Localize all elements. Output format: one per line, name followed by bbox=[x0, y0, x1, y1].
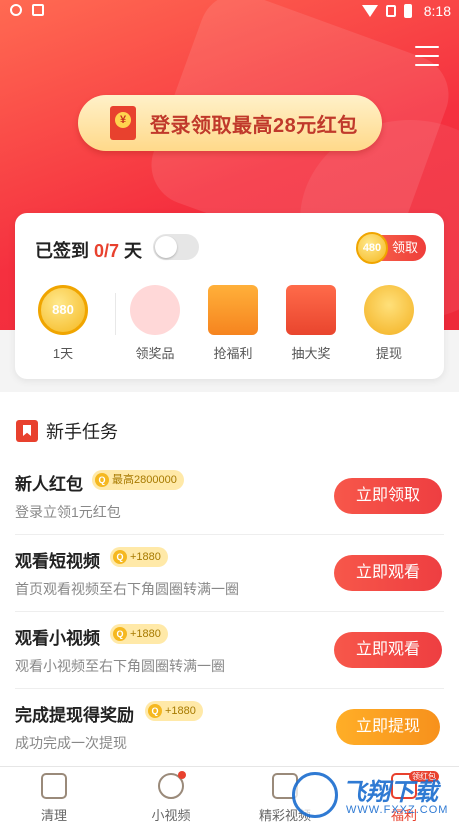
checkin-title: 已签到 0/7 天 bbox=[35, 241, 143, 261]
task-name: 完成提现得奖励 bbox=[15, 706, 134, 725]
checkin-card: 已签到 0/7 天 领取 480 880 1天 领奖品 抢福利 抽大奖 提现 bbox=[15, 213, 444, 379]
lottery-icon bbox=[286, 285, 336, 335]
watermark-brand: 飞翔下载 bbox=[342, 779, 438, 806]
section-header: 新手任务 bbox=[16, 418, 118, 444]
reward-welfare[interactable]: 抢福利 bbox=[203, 285, 263, 362]
login-red-packet-banner[interactable]: 登录领取最高28元红包 bbox=[78, 95, 382, 151]
notification-dot bbox=[178, 771, 186, 779]
coin-icon: 880 bbox=[38, 285, 88, 335]
coin-icon: 480 bbox=[356, 232, 388, 264]
withdraw-now-button[interactable]: 立即提现 bbox=[336, 709, 440, 745]
reward-label: 抢福利 bbox=[213, 346, 253, 361]
reward-day-1[interactable]: 880 1天 bbox=[33, 285, 93, 362]
broom-icon bbox=[41, 773, 67, 799]
reward-label: 提现 bbox=[375, 346, 402, 361]
checkin-progress: 0/7 bbox=[94, 241, 120, 261]
nav-label: 清理 bbox=[40, 808, 67, 823]
hamburger-menu-icon[interactable] bbox=[415, 46, 439, 68]
divider bbox=[115, 293, 116, 335]
clock-time: 8:18 bbox=[423, 3, 451, 19]
reward-label: 1天 bbox=[52, 346, 74, 361]
coins-stack-icon bbox=[364, 285, 414, 335]
site-watermark: 飞翔下载 WWW.FXXZ.COM bbox=[292, 770, 452, 824]
task-row: 新人红包 最高2800000 登录立领1元红包 立即领取 bbox=[0, 458, 459, 535]
task-reward-badge: +1880 bbox=[145, 701, 203, 721]
task-name: 新人红包 bbox=[15, 475, 83, 494]
nav-label: 小视频 bbox=[151, 808, 191, 823]
reward-prize[interactable]: 领奖品 bbox=[125, 285, 185, 362]
bookmark-icon bbox=[16, 420, 38, 442]
task-row: 观看小视频 +1880 观看小视频至右下角圆圈转满一圈 立即观看 bbox=[0, 612, 459, 689]
gear-icon bbox=[10, 4, 22, 16]
watch-now-button[interactable]: 立即观看 bbox=[334, 555, 442, 591]
task-desc: 成功完成一次提现 bbox=[15, 735, 127, 751]
task-name: 观看短视频 bbox=[15, 552, 100, 571]
no-sim-icon bbox=[385, 5, 396, 17]
task-desc: 观看小视频至右下角圆圈转满一圈 bbox=[15, 658, 225, 674]
checkin-reminder-toggle[interactable] bbox=[153, 234, 199, 260]
task-reward-badge: +1880 bbox=[110, 547, 168, 567]
gift-box-icon bbox=[208, 285, 258, 335]
battery-icon bbox=[403, 4, 412, 18]
watermark-url: WWW.FXXZ.COM bbox=[346, 804, 449, 816]
task-name: 观看小视频 bbox=[15, 629, 100, 648]
reward-label: 领奖品 bbox=[135, 346, 175, 361]
task-reward-badge: +1880 bbox=[110, 624, 168, 644]
newbie-tasks-section: 新手任务 新人红包 最高2800000 登录立领1元红包 立即领取 观看短视频 … bbox=[0, 392, 459, 766]
section-title: 新手任务 bbox=[46, 422, 118, 442]
task-desc: 登录立领1元红包 bbox=[15, 504, 121, 520]
task-row: 完成提现得奖励 +1880 成功完成一次提现 立即提现 bbox=[0, 689, 459, 766]
reward-label: 抽大奖 bbox=[291, 346, 331, 361]
a-icon bbox=[32, 4, 44, 16]
prize-icon bbox=[130, 285, 180, 335]
task-reward-badge: 最高2800000 bbox=[92, 470, 184, 490]
red-envelope-icon bbox=[110, 106, 136, 140]
status-bar: 8:18 bbox=[0, 0, 459, 24]
login-banner-text: 登录领取最高28元红包 bbox=[150, 114, 358, 137]
task-desc: 首页观看视频至右下角圆圈转满一圈 bbox=[15, 581, 239, 597]
claim-now-button[interactable]: 立即领取 bbox=[334, 478, 442, 514]
reward-lottery[interactable]: 抽大奖 bbox=[281, 285, 341, 362]
play-circle-icon bbox=[158, 771, 186, 799]
watch-now-button[interactable]: 立即观看 bbox=[334, 632, 442, 668]
nav-short-video[interactable]: 小视频 bbox=[136, 771, 206, 824]
wifi-icon bbox=[361, 5, 378, 17]
nav-clean[interactable]: 清理 bbox=[19, 773, 89, 824]
watermark-logo-icon bbox=[292, 772, 338, 818]
task-row: 观看短视频 +1880 首页观看视频至右下角圆圈转满一圈 立即观看 bbox=[0, 535, 459, 612]
reward-withdraw[interactable]: 提现 bbox=[359, 285, 419, 362]
